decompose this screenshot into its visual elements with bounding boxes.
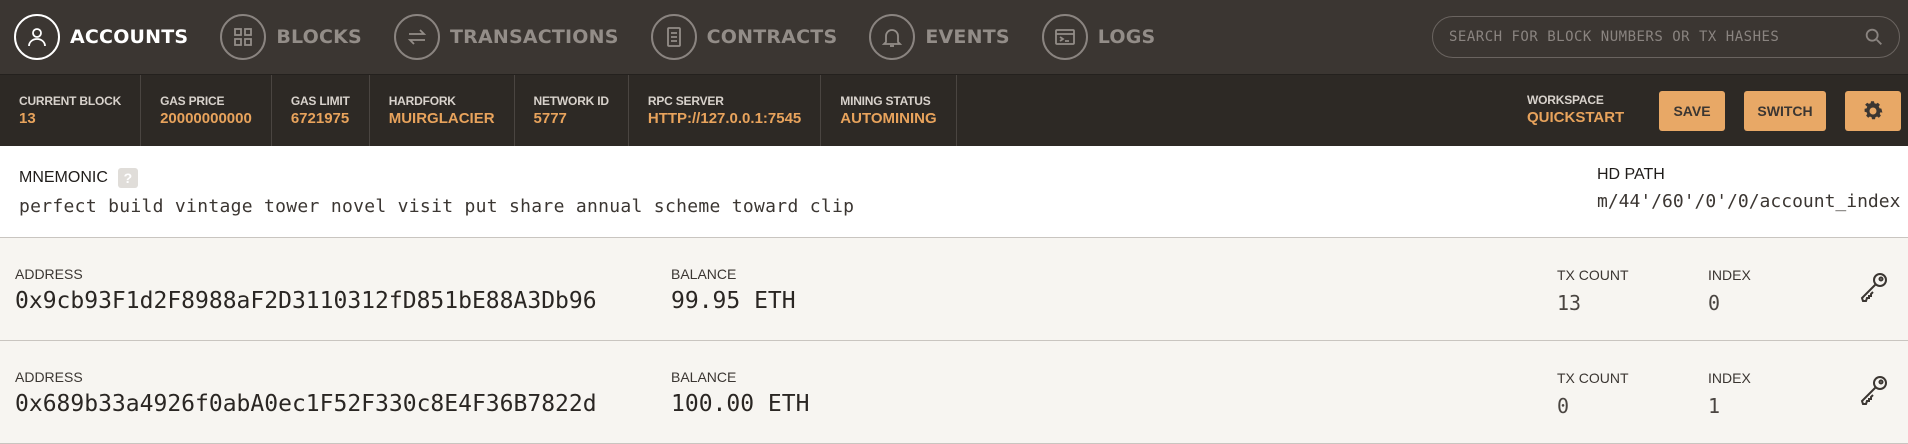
mnemonic-label: MNEMONIC — [19, 169, 108, 186]
status-bar: CURRENT BLOCK 13 GAS PRICE 20000000000 G… — [0, 74, 1908, 147]
account-address: 0x9cb93F1d2F8988aF2D3110312fD851bE88A3Db… — [15, 288, 597, 314]
nav-contracts-label: CONTRACTS — [706, 26, 838, 48]
terminal-icon — [1041, 14, 1088, 60]
stat-mining-status: MINING STATUS AUTOMINING — [821, 74, 957, 147]
settings-button[interactable] — [1845, 91, 1901, 131]
tx-count-label: TX COUNT — [1557, 370, 1629, 386]
nav-blocks[interactable]: BLOCKS — [220, 14, 362, 60]
document-icon — [650, 14, 697, 60]
search-box — [1432, 16, 1900, 58]
index-label: INDEX — [1708, 267, 1751, 283]
account-balance: 99.95 ETH — [671, 288, 796, 314]
gear-icon — [1864, 101, 1883, 120]
stat-value: 20000000000 — [160, 110, 252, 127]
person-icon — [14, 14, 60, 60]
stat-label: MINING STATUS — [840, 94, 931, 108]
stat-hardfork: HARDFORK MUIRGLACIER — [370, 74, 515, 147]
stat-current-block: CURRENT BLOCK 13 — [0, 74, 142, 147]
switch-button[interactable]: SWITCH — [1744, 91, 1826, 131]
stat-label: CURRENT BLOCK — [19, 94, 122, 108]
top-nav: ACCOUNTS BLOCKS TRANSACTIONS CONTRACTS E… — [0, 0, 1908, 74]
nav-events[interactable]: EVENTS — [869, 14, 1010, 60]
workspace-label: WORKSPACE — [1527, 93, 1604, 107]
nav-contracts[interactable]: CONTRACTS — [650, 14, 838, 60]
index-value: 0 — [1708, 291, 1721, 315]
nav-accounts[interactable]: ACCOUNTS — [14, 14, 188, 60]
account-address: 0x689b33a4926f0abA0ec1F52F330c8E4F36B782… — [15, 391, 597, 417]
stat-label: NETWORK ID — [533, 94, 610, 108]
stat-label: RPC SERVER — [647, 94, 724, 108]
stat-label: GAS LIMIT — [290, 94, 350, 108]
key-icon[interactable] — [1856, 373, 1890, 407]
nav-events-label: EVENTS — [925, 26, 1010, 48]
hd-path-label: HD PATH — [1597, 166, 1665, 183]
account-row: ADDRESS 0x689b33a4926f0abA0ec1F52F330c8E… — [0, 341, 1908, 444]
tx-count-label: TX COUNT — [1557, 267, 1629, 283]
help-icon[interactable]: ? — [117, 168, 138, 188]
key-icon[interactable] — [1856, 270, 1890, 304]
nav-blocks-label: BLOCKS — [276, 26, 362, 48]
mnemonic-title: MNEMONIC ? — [19, 168, 138, 188]
nav-logs-label: LOGS — [1097, 26, 1156, 48]
stat-value: 13 — [19, 110, 36, 127]
mnemonic-words: perfect build vintage tower novel visit … — [19, 196, 855, 217]
tx-count-value: 13 — [1557, 291, 1582, 315]
address-label: ADDRESS — [15, 369, 83, 385]
swap-arrows-icon — [393, 14, 440, 60]
stat-value: MUIRGLACIER — [388, 110, 495, 127]
nav-transactions-label: TRANSACTIONS — [449, 26, 619, 48]
search-icon[interactable] — [1863, 26, 1885, 48]
address-label: ADDRESS — [15, 266, 83, 282]
stat-network-id: NETWORK ID 5777 — [515, 74, 629, 147]
stat-gas-price: GAS PRICE 20000000000 — [141, 74, 272, 147]
tx-count-value: 0 — [1557, 394, 1570, 418]
save-button[interactable]: SAVE — [1659, 91, 1725, 131]
nav-logs[interactable]: LOGS — [1041, 14, 1156, 60]
grid-icon — [220, 14, 267, 60]
workspace-name: QUICKSTART — [1527, 109, 1625, 126]
stat-rpc-server: RPC SERVER HTTP://127.0.0.1:7545 — [629, 74, 822, 147]
stat-gas-limit: GAS LIMIT 6721975 — [272, 74, 370, 147]
account-row: ADDRESS 0x9cb93F1d2F8988aF2D3110312fD851… — [0, 238, 1908, 341]
bell-icon — [869, 14, 916, 60]
index-label: INDEX — [1708, 370, 1751, 386]
mnemonic-panel: MNEMONIC ? perfect build vintage tower n… — [0, 146, 1908, 238]
stat-value: AUTOMINING — [840, 110, 937, 127]
index-value: 1 — [1708, 394, 1721, 418]
balance-label: BALANCE — [671, 369, 737, 385]
stat-label: GAS PRICE — [160, 94, 225, 108]
balance-label: BALANCE — [671, 266, 737, 282]
hd-path-value: m/44'/60'/0'/0/account_index — [1597, 191, 1901, 212]
nav-accounts-label: ACCOUNTS — [70, 26, 189, 48]
workspace-info: WORKSPACE QUICKSTART — [1527, 93, 1624, 126]
stat-label: HARDFORK — [388, 94, 456, 108]
search-input[interactable] — [1449, 29, 1863, 45]
nav-transactions[interactable]: TRANSACTIONS — [393, 14, 619, 60]
account-balance: 100.00 ETH — [671, 391, 810, 417]
stat-value: 5777 — [533, 110, 567, 127]
stat-value: HTTP://127.0.0.1:7545 — [647, 110, 802, 127]
stat-value: 6721975 — [290, 110, 350, 127]
